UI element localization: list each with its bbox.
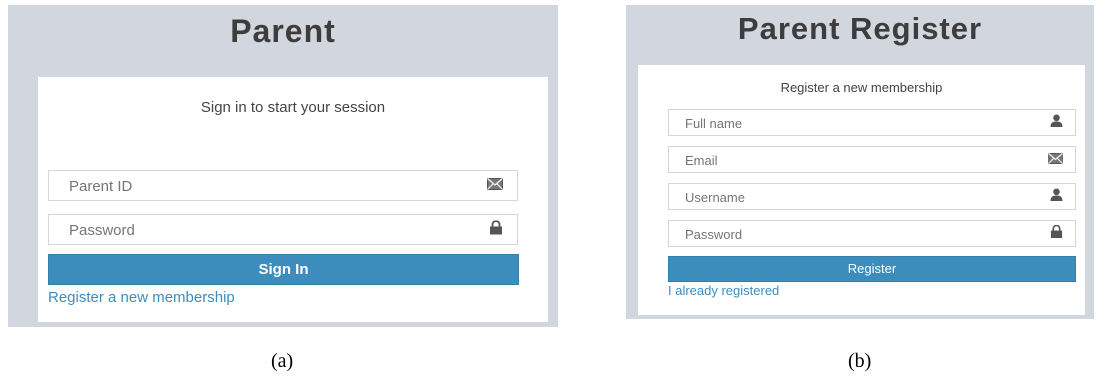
login-box: Sign in to start your session Sign In Re… — [38, 77, 548, 322]
already-registered-link[interactable]: I already registered — [668, 283, 779, 298]
lock-icon — [1050, 224, 1063, 243]
parent-register-panel: Parent Register Register a new membershi… — [626, 5, 1094, 319]
user-icon — [1050, 188, 1063, 206]
register-box-message: Register a new membership — [780, 80, 943, 95]
password-field[interactable] — [668, 220, 1076, 248]
page-title: Parent — [230, 13, 336, 49]
user-icon — [1050, 114, 1063, 132]
caption-b: (b) — [848, 350, 872, 372]
envelope-icon — [487, 177, 503, 195]
full-name-field[interactable] — [668, 109, 1076, 137]
parent-id-input[interactable] — [67, 171, 471, 202]
envelope-icon — [1048, 151, 1063, 169]
password-field[interactable] — [48, 214, 518, 246]
register-button[interactable]: Register — [668, 256, 1076, 282]
parent-id-field[interactable] — [48, 170, 518, 202]
page-title: Parent Register — [737, 11, 983, 46]
parent-login-panel: Parent Sign in to start your session Sig… — [8, 5, 558, 327]
password-input[interactable] — [67, 215, 471, 246]
username-input[interactable] — [683, 184, 1027, 211]
email-input[interactable] — [683, 147, 1027, 174]
password-input[interactable] — [683, 221, 1027, 248]
register-link[interactable]: Register a new membership — [48, 289, 235, 306]
login-box-message: Sign in to start your session — [200, 99, 386, 116]
email-field[interactable] — [668, 146, 1076, 174]
caption-a: (a) — [271, 350, 294, 372]
lock-icon — [489, 219, 503, 239]
sign-in-button[interactable]: Sign In — [48, 254, 519, 285]
username-field[interactable] — [668, 183, 1076, 211]
register-box: Register a new membership Regis — [638, 65, 1085, 315]
full-name-input[interactable] — [683, 110, 1027, 137]
